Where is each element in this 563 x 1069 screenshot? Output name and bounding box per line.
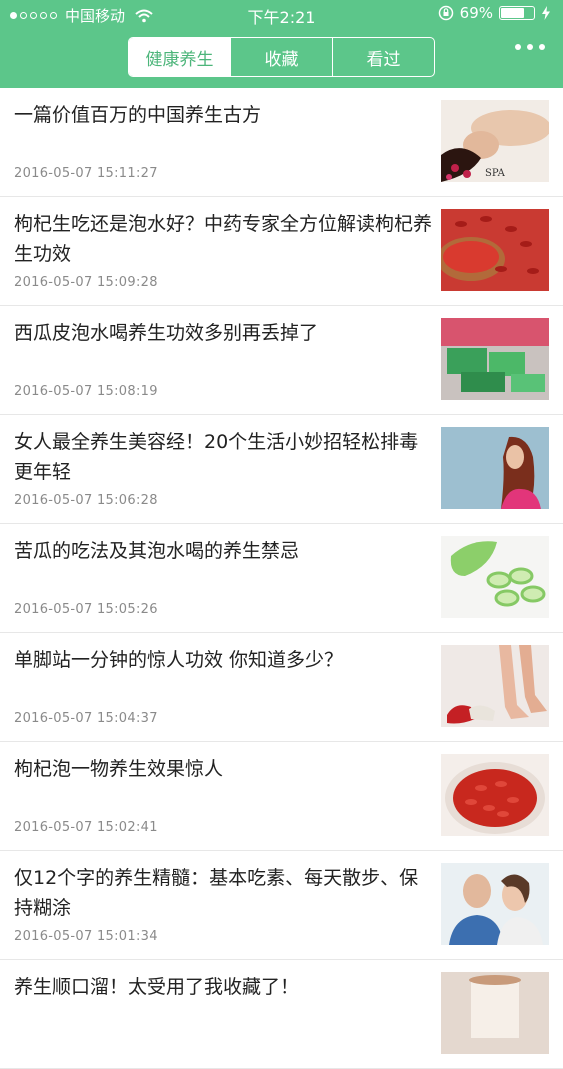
list-item[interactable]: 单脚站一分钟的惊人功效 你知道多少？ 2016-05-07 15:04:37	[0, 633, 563, 742]
list-item[interactable]: 西瓜皮泡水喝养生功效多别再丢掉了 2016-05-07 15:08:19	[0, 306, 563, 415]
goji-bowl-photo	[441, 754, 549, 836]
article-title: 女人最全养生美容经！20个生活小妙招轻松排毒更年轻	[14, 431, 419, 483]
orientation-lock-icon	[438, 5, 453, 21]
goji-berries-photo	[441, 209, 549, 291]
tab-history[interactable]: 看过	[332, 38, 434, 76]
article-date: 2016-05-07 15:08:19	[14, 384, 158, 399]
article-date: 2016-05-07 15:06:28	[14, 493, 158, 508]
list-item[interactable]: 女人最全养生美容经！20个生活小妙招轻松排毒更年轻 2016-05-07 15:…	[0, 415, 563, 524]
charging-icon	[542, 6, 550, 20]
list-item[interactable]: 一篇价值百万的中国养生古方 2016-05-07 15:11:27 SPA	[0, 88, 563, 197]
article-title: 枸杞生吃还是泡水好？中药专家全方位解读枸杞养生功效	[14, 213, 433, 265]
woman-photo	[441, 427, 549, 509]
article-date: 2016-05-07 15:05:26	[14, 602, 158, 617]
article-title: 苦瓜的吃法及其泡水喝的养生禁忌	[14, 540, 300, 562]
battery-percent: 69%	[459, 4, 493, 22]
bitter-melon-photo	[441, 536, 549, 618]
status-bar: 中国移动 下午2:21 69%	[0, 0, 563, 30]
app-header: 中国移动 下午2:21 69% 健康养生 收藏 看过	[0, 0, 563, 88]
list-item[interactable]: 枸杞泡一物养生效果惊人 2016-05-07 15:02:41	[0, 742, 563, 851]
elderly-couple-photo	[441, 863, 549, 945]
article-date: 2016-05-07 15:04:37	[14, 711, 158, 726]
massage-photo: SPA	[441, 100, 549, 182]
list-item[interactable]: 仅12个字的养生精髓：基本吃素、每天散步、保持糊涂 2016-05-07 15:…	[0, 851, 563, 960]
article-title: 枸杞泡一物养生效果惊人	[14, 758, 224, 780]
more-options-icon[interactable]	[515, 44, 545, 50]
svg-text:SPA: SPA	[485, 168, 506, 179]
article-title: 一篇价值百万的中国养生古方	[14, 104, 262, 126]
article-title: 西瓜皮泡水喝养生功效多别再丢掉了	[14, 322, 319, 344]
article-date: 2016-05-07 15:02:41	[14, 820, 158, 835]
article-date: 2016-05-07 15:11:27	[14, 166, 158, 181]
tab-segmented-control: 健康养生 收藏 看过	[128, 37, 435, 77]
tab-favorites[interactable]: 收藏	[230, 38, 332, 76]
legs-photo	[441, 645, 549, 727]
article-title: 单脚站一分钟的惊人功效 你知道多少？	[14, 649, 344, 671]
article-list: 一篇价值百万的中国养生古方 2016-05-07 15:11:27 SPA 枸杞…	[0, 88, 563, 1069]
list-item[interactable]: 养生顺口溜！太受用了我收藏了！	[0, 960, 563, 1069]
article-title: 养生顺口溜！太受用了我收藏了！	[14, 976, 300, 998]
article-date: 2016-05-07 15:09:28	[14, 275, 158, 290]
article-title: 仅12个字的养生精髓：基本吃素、每天散步、保持糊涂	[14, 867, 419, 919]
tab-health[interactable]: 健康养生	[129, 38, 230, 76]
article-date: 2016-05-07 15:01:34	[14, 929, 158, 944]
drink-photo	[441, 972, 549, 1054]
list-item[interactable]: 苦瓜的吃法及其泡水喝的养生禁忌 2016-05-07 15:05:26	[0, 524, 563, 633]
list-item[interactable]: 枸杞生吃还是泡水好？中药专家全方位解读枸杞养生功效 2016-05-07 15:…	[0, 197, 563, 306]
watermelon-photo	[441, 318, 549, 400]
battery-icon	[499, 6, 535, 20]
